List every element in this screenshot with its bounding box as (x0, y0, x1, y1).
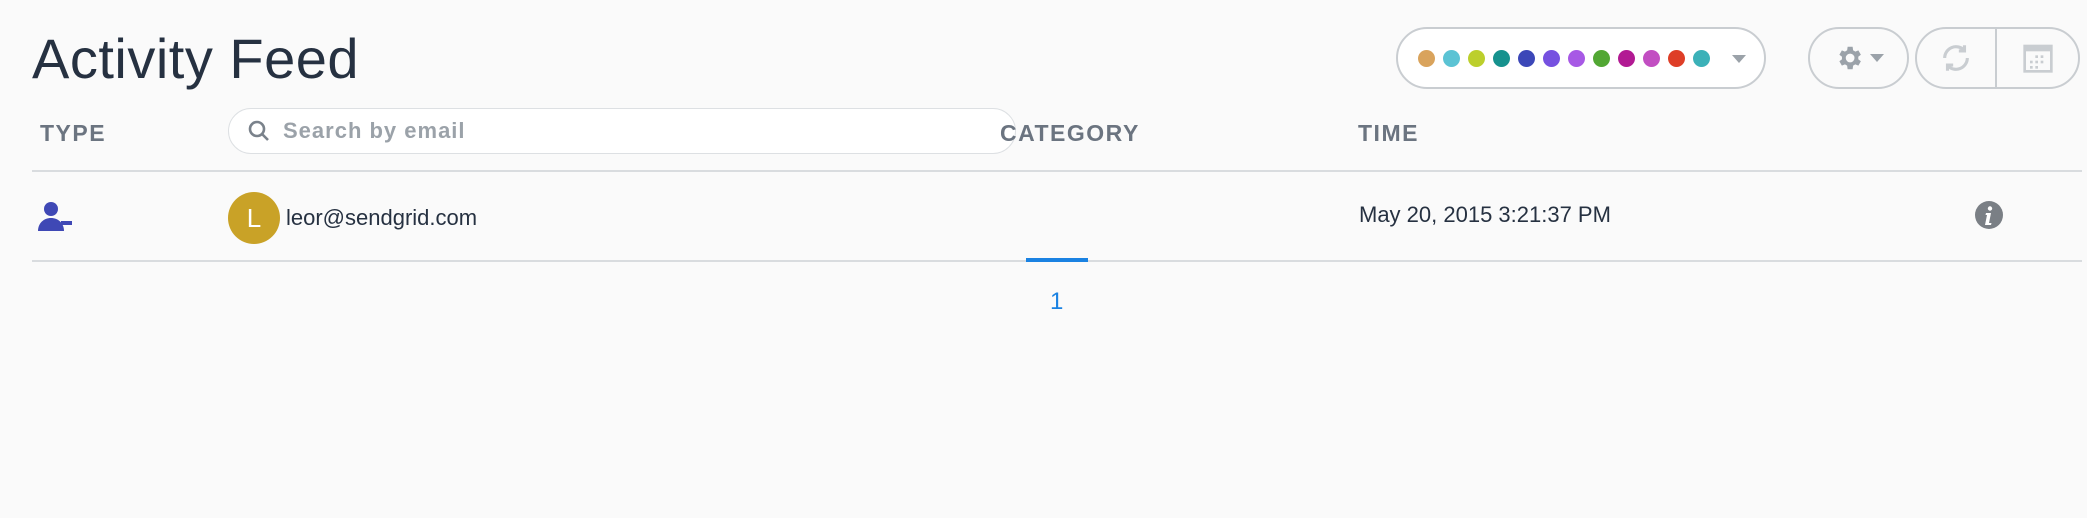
search-icon (248, 120, 269, 141)
color-dot (1418, 49, 1435, 67)
table-header: TYPE CATEGORY TIME (32, 102, 2082, 172)
search-input[interactable] (283, 118, 983, 144)
calendar-button[interactable] (1995, 27, 2080, 89)
email-text: leor@sendgrid.com (286, 205, 478, 230)
refresh-icon (1943, 45, 1969, 71)
color-dot (1493, 49, 1510, 67)
color-dot (1468, 49, 1485, 67)
color-dot (1593, 49, 1610, 67)
chevron-down-icon (1732, 55, 1746, 63)
color-dot (1643, 49, 1660, 67)
time-text: May 20, 2015 3:21:37 PM (1359, 202, 1611, 227)
settings-button[interactable] (1808, 27, 1909, 89)
color-filter-dropdown[interactable] (1396, 27, 1766, 89)
column-header-time[interactable]: TIME (1358, 120, 1419, 147)
color-dot (1618, 49, 1635, 67)
column-header-category[interactable]: CATEGORY (1000, 120, 1140, 147)
info-icon[interactable] (1974, 200, 2004, 230)
activity-feed-page: Activity Feed TYPE Search by email CATEG… (0, 0, 2087, 518)
color-dot (1568, 49, 1585, 67)
category-indicator (1026, 258, 1088, 262)
chevron-down-icon (1869, 54, 1884, 62)
color-dot (1443, 49, 1460, 67)
color-dot (1668, 49, 1685, 67)
color-dot (1693, 49, 1710, 67)
pagination-page-1[interactable]: 1 (1050, 288, 1063, 316)
color-dot (1518, 49, 1535, 67)
column-header-type[interactable]: TYPE (40, 120, 106, 147)
gear-icon (1838, 46, 1861, 70)
color-dot (1543, 49, 1560, 67)
calendar-icon (2022, 44, 2053, 73)
avatar: L (228, 192, 280, 244)
page-title: Activity Feed (32, 27, 360, 90)
unsubscribe-user-icon (38, 202, 72, 231)
table-row[interactable]: L leor@sendgrid.com May 20, 2015 3:21:37… (32, 174, 2082, 262)
refresh-button[interactable] (1915, 27, 1997, 89)
search-field[interactable] (228, 108, 1016, 154)
